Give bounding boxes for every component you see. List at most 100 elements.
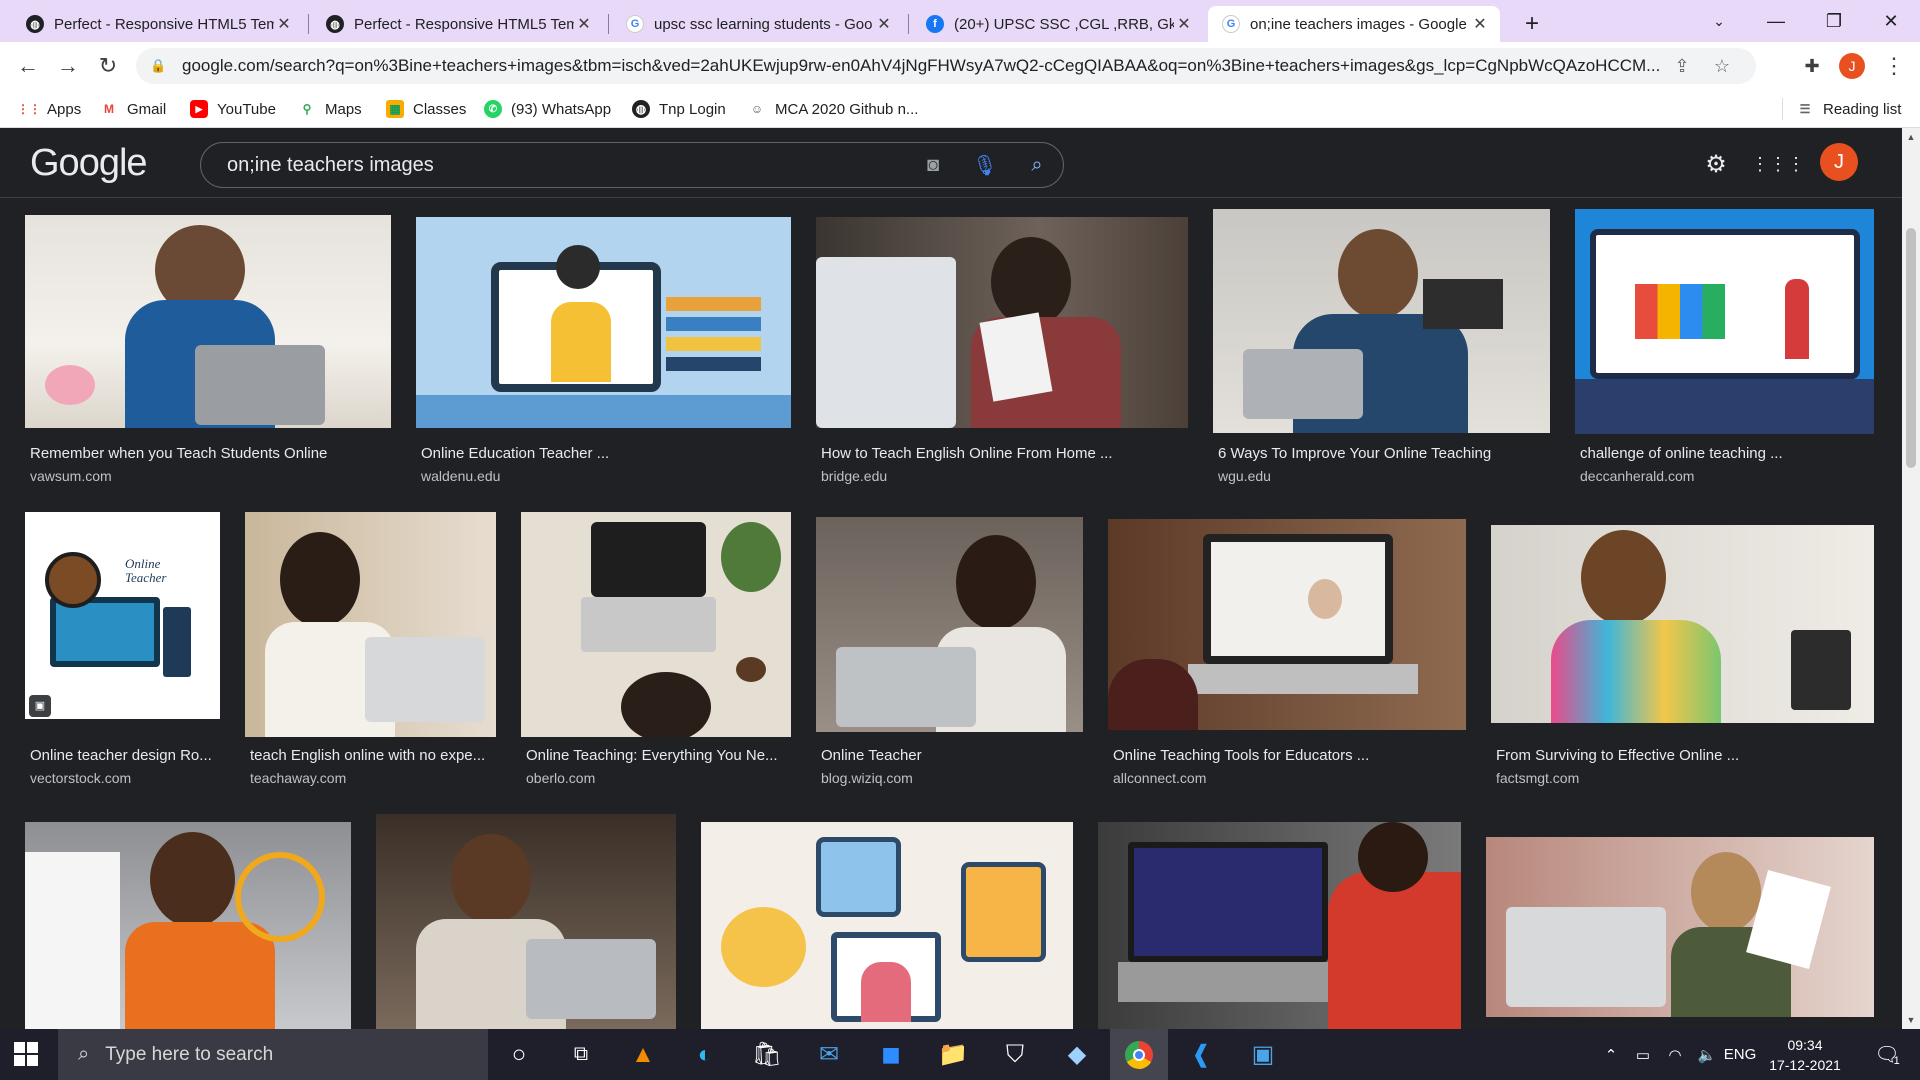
- search-icon[interactable]: ⌕: [1011, 154, 1063, 177]
- result-thumbnail[interactable]: Online Teacher ▣: [25, 512, 220, 719]
- close-tab-icon[interactable]: ✕: [1174, 14, 1194, 34]
- result-source[interactable]: bridge.edu: [821, 468, 887, 484]
- result-thumbnail[interactable]: [816, 517, 1083, 732]
- result-source[interactable]: deccanherald.com: [1580, 468, 1694, 484]
- result-caption[interactable]: Remember when you Teach Students Online: [30, 445, 400, 462]
- tab-facebook-upsc[interactable]: f (20+) UPSC SSC ,CGL ,RRB, Gk & ✕: [912, 6, 1204, 42]
- bookmark-classes[interactable]: ▦ Classes: [386, 98, 466, 120]
- google-account-avatar[interactable]: J: [1820, 143, 1858, 181]
- bookmark-apps[interactable]: ⋮⋮ Apps: [17, 98, 81, 120]
- result-caption[interactable]: From Surviving to Effective Online ...: [1496, 747, 1866, 764]
- action-center-button[interactable]: 🗨 1: [1862, 1029, 1912, 1080]
- result-thumbnail[interactable]: [25, 822, 351, 1029]
- result-caption[interactable]: Online Education Teacher ...: [421, 445, 791, 462]
- minimize-button[interactable]: —: [1747, 0, 1805, 42]
- page-scrollbar[interactable]: ▲ ▼: [1902, 128, 1920, 1029]
- result-caption[interactable]: challenge of online teaching ...: [1580, 445, 1902, 462]
- tab-search-button[interactable]: ⌄: [1690, 0, 1748, 42]
- zoom-icon[interactable]: ◼: [862, 1029, 920, 1080]
- google-logo[interactable]: Google: [30, 142, 148, 185]
- result-source[interactable]: waldenu.edu: [421, 468, 500, 484]
- bookmark-tnp-login[interactable]: ◍ Tnp Login: [632, 98, 726, 120]
- reload-button[interactable]: ↻: [92, 50, 124, 82]
- result-source[interactable]: allconnect.com: [1113, 770, 1206, 786]
- camera-icon[interactable]: ◙: [907, 154, 959, 177]
- restore-button[interactable]: ❐: [1805, 0, 1863, 42]
- close-window-button[interactable]: ✕: [1862, 0, 1920, 42]
- taskbar-search-box[interactable]: ⌕ Type here to search: [58, 1029, 488, 1080]
- result-thumbnail[interactable]: [25, 215, 391, 428]
- result-source[interactable]: vawsum.com: [30, 468, 112, 484]
- result-caption[interactable]: How to Teach English Online From Home ..…: [821, 445, 1191, 462]
- settings-gear-icon[interactable]: ⚙: [1698, 146, 1734, 182]
- result-thumbnail[interactable]: [1108, 519, 1466, 730]
- result-caption[interactable]: 6 Ways To Improve Your Online Teaching: [1218, 445, 1588, 462]
- result-source[interactable]: teachaway.com: [250, 770, 346, 786]
- result-thumbnail[interactable]: [416, 217, 791, 428]
- reading-list-button[interactable]: ☰ Reading list: [1796, 98, 1902, 120]
- volume-icon[interactable]: 🔈: [1692, 1029, 1722, 1080]
- result-thumbnail[interactable]: [1098, 822, 1461, 1029]
- extensions-button[interactable]: ✚: [1796, 50, 1828, 82]
- result-thumbnail[interactable]: [521, 512, 791, 737]
- new-tab-button[interactable]: +: [1512, 6, 1552, 42]
- bookmark-gmail[interactable]: M Gmail: [100, 98, 166, 120]
- close-tab-icon[interactable]: ✕: [1470, 14, 1490, 34]
- result-thumbnail[interactable]: [701, 822, 1073, 1029]
- security-shield-icon[interactable]: ⛉: [986, 1029, 1044, 1080]
- google-apps-icon[interactable]: ⋮⋮⋮: [1751, 146, 1805, 182]
- language-indicator[interactable]: ENG: [1720, 1029, 1760, 1080]
- microphone-icon[interactable]: 🎙: [959, 153, 1011, 178]
- forward-button[interactable]: →: [52, 50, 84, 82]
- result-caption[interactable]: Online teacher design Ro...: [30, 747, 220, 764]
- close-tab-icon[interactable]: ✕: [574, 14, 594, 34]
- search-input[interactable]: [227, 153, 907, 177]
- result-thumbnail[interactable]: [816, 217, 1188, 428]
- scroll-up-arrow-icon[interactable]: ▲: [1902, 128, 1920, 146]
- share-icon[interactable]: ⇪: [1662, 56, 1702, 77]
- result-source[interactable]: vectorstock.com: [30, 770, 131, 786]
- bookmark-youtube[interactable]: ▶ YouTube: [190, 98, 276, 120]
- bookmark-whatsapp[interactable]: ✆ (93) WhatsApp: [484, 98, 611, 120]
- bookmark-star-icon[interactable]: ☆: [1702, 56, 1742, 77]
- result-thumbnail[interactable]: [376, 814, 676, 1029]
- tab-perfect-html5-2[interactable]: ◍ Perfect - Responsive HTML5 Tem ✕: [312, 6, 604, 42]
- store-icon[interactable]: 🛍: [738, 1029, 796, 1080]
- scroll-down-arrow-icon[interactable]: ▼: [1902, 1011, 1920, 1029]
- chrome-menu-button[interactable]: ⋮: [1878, 50, 1910, 82]
- edge-icon[interactable]: ◐: [676, 1029, 734, 1080]
- wifi-icon[interactable]: ◠: [1660, 1029, 1690, 1080]
- close-tab-icon[interactable]: ✕: [874, 14, 894, 34]
- task-view-icon[interactable]: ⧉: [552, 1029, 610, 1080]
- tab-online-teachers-images[interactable]: G on;ine teachers images - Google ✕: [1208, 6, 1500, 42]
- mail-icon[interactable]: ✉: [800, 1029, 858, 1080]
- search-box[interactable]: ◙ 🎙 ⌕: [200, 142, 1064, 188]
- result-source[interactable]: oberlo.com: [526, 770, 595, 786]
- profile-button[interactable]: J: [1836, 50, 1868, 82]
- result-thumbnail[interactable]: [245, 512, 496, 737]
- result-source[interactable]: wgu.edu: [1218, 468, 1271, 484]
- vlc-icon[interactable]: ▲: [614, 1029, 672, 1080]
- result-caption[interactable]: Online Teaching Tools for Educators ...: [1113, 747, 1483, 764]
- url-text[interactable]: google.com/search?q=on%3Bine+teachers+im…: [182, 56, 1662, 76]
- scrollbar-thumb[interactable]: [1906, 228, 1916, 468]
- omnibox[interactable]: 🔒 google.com/search?q=on%3Bine+teachers+…: [136, 48, 1756, 84]
- windows-start-button[interactable]: [14, 1042, 38, 1066]
- result-source[interactable]: blog.wiziq.com: [821, 770, 913, 786]
- result-thumbnail[interactable]: [1213, 209, 1550, 433]
- file-explorer-icon[interactable]: 📁: [924, 1029, 982, 1080]
- result-thumbnail[interactable]: [1486, 837, 1874, 1017]
- bookmark-mca-github[interactable]: ☺ MCA 2020 Github n...: [748, 98, 919, 120]
- bookmark-maps[interactable]: ⚲ Maps: [298, 98, 362, 120]
- show-hidden-icons-button[interactable]: ⌃: [1596, 1029, 1626, 1080]
- photos-icon[interactable]: ▣: [1234, 1029, 1292, 1080]
- result-thumbnail[interactable]: [1575, 209, 1874, 434]
- result-thumbnail[interactable]: [1491, 525, 1874, 723]
- result-source[interactable]: factsmgt.com: [1496, 770, 1579, 786]
- result-caption[interactable]: Online Teaching: Everything You Ne...: [526, 747, 791, 764]
- result-caption[interactable]: teach English online with no expe...: [250, 747, 496, 764]
- app-icon[interactable]: ◆: [1048, 1029, 1106, 1080]
- vscode-icon[interactable]: ❰: [1172, 1029, 1230, 1080]
- back-button[interactable]: ←: [12, 50, 44, 82]
- chrome-taskbar-icon[interactable]: [1110, 1029, 1168, 1080]
